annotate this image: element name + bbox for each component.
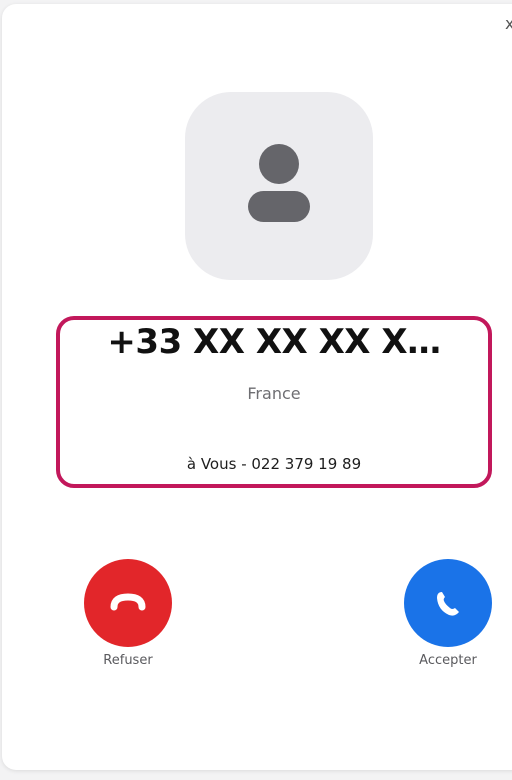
phone-hangup-icon <box>110 593 146 611</box>
phone-icon <box>437 592 459 616</box>
decline-label: Refuser <box>103 653 153 668</box>
caller-country: France <box>247 384 301 403</box>
accept-label: Accepter <box>419 653 477 668</box>
called-line: à Vous - 022 379 19 89 <box>186 455 362 473</box>
person-icon <box>248 144 310 222</box>
caller-avatar <box>185 92 373 280</box>
decline-button[interactable] <box>84 559 172 647</box>
accept-button[interactable] <box>404 559 492 647</box>
close-icon[interactable]: x <box>505 16 512 32</box>
caller-number: +33 XX XX XX X… <box>107 322 441 362</box>
